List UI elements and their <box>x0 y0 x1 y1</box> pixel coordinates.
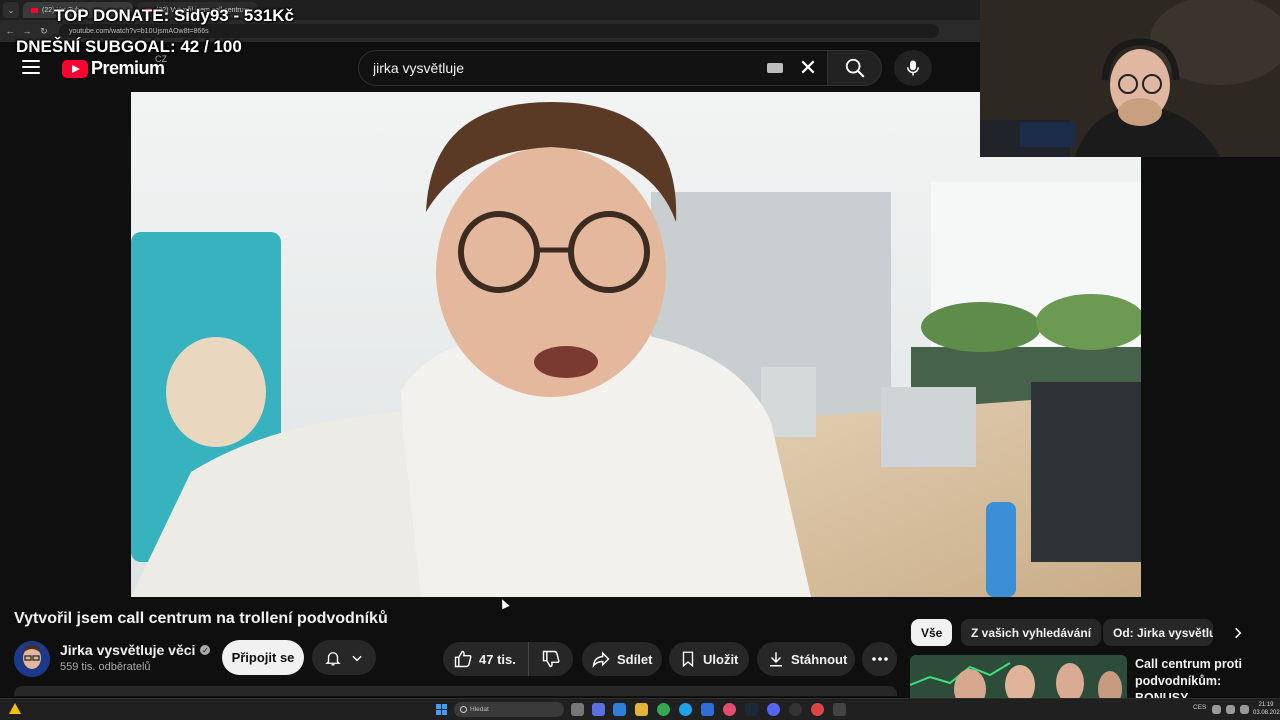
keyboard-icon[interactable] <box>767 63 783 73</box>
channel-avatar[interactable] <box>14 641 50 677</box>
video-title: Vytvořil jsem call centrum na trollení p… <box>14 610 388 627</box>
search-input[interactable] <box>373 60 767 76</box>
windows-start-icon[interactable] <box>436 704 447 715</box>
notifications-button[interactable] <box>312 640 376 675</box>
tab-menu-button[interactable]: ⌄ <box>3 2 19 18</box>
edge-icon[interactable] <box>679 703 692 716</box>
windows-taskbar: Hledat CES 21:19 03.08.2024 <box>0 698 1280 720</box>
obs-icon[interactable] <box>789 703 802 716</box>
network-icon[interactable] <box>1212 705 1221 714</box>
battery-icon[interactable] <box>1240 705 1249 714</box>
bookmark-icon <box>682 651 694 668</box>
clock-time: 21:19 <box>1258 702 1274 708</box>
chevron-down-icon <box>352 655 362 661</box>
app-icon[interactable] <box>701 703 714 716</box>
download-button[interactable]: Stáhnout <box>757 642 855 676</box>
back-arrow-icon[interactable]: ← <box>3 26 17 36</box>
share-icon <box>592 651 610 668</box>
subscriber-count: 559 tis. odběratelů <box>60 661 151 673</box>
streamer-webcam <box>980 0 1280 157</box>
search-icon <box>845 58 864 78</box>
video-frame-image <box>131 92 1141 597</box>
menu-icon[interactable] <box>22 60 40 74</box>
search-box: ✕ <box>358 50 827 86</box>
save-label: Uložit <box>703 651 739 667</box>
clear-search-icon[interactable]: ✕ <box>793 53 823 83</box>
mouse-cursor-icon <box>498 597 510 610</box>
address-field[interactable]: youtube.com/watch?v=b10UjsmAOw8t=866s <box>59 24 939 38</box>
voice-search-button[interactable] <box>894 50 932 86</box>
microphone-icon <box>907 60 919 76</box>
chrome-icon[interactable] <box>657 703 670 716</box>
youtube-favicon-icon <box>31 7 38 13</box>
chip-all[interactable]: Vše <box>911 619 953 646</box>
volume-icon[interactable] <box>1226 705 1235 714</box>
share-button[interactable]: Sdílet <box>582 642 662 676</box>
save-button[interactable]: Uložit <box>669 642 749 676</box>
app-icon[interactable] <box>723 703 736 716</box>
description-box[interactable] <box>14 686 897 696</box>
youtube-play-icon <box>62 59 88 78</box>
more-actions-button[interactable] <box>862 642 897 676</box>
steam-icon[interactable] <box>745 703 758 716</box>
video-player[interactable] <box>131 92 1141 597</box>
like-dislike-group: 47 tis. <box>443 642 573 676</box>
thumbs-down-icon <box>542 650 560 668</box>
app-icon[interactable] <box>811 703 824 716</box>
avatar-image <box>14 641 50 677</box>
related-video-thumbnail[interactable] <box>910 655 1127 699</box>
reload-icon[interactable]: ↻ <box>37 26 51 37</box>
discord-icon[interactable] <box>767 703 780 716</box>
search-button[interactable] <box>827 50 882 86</box>
chips-next-button[interactable] <box>1224 619 1251 646</box>
channel-name[interactable]: Jirka vysvětluje věci ✓ <box>60 642 211 658</box>
task-view-icon[interactable] <box>571 703 584 716</box>
more-horizontal-icon <box>871 657 888 661</box>
top-donate-overlay: TOP DONATE: Sidy93 - 531Kč <box>54 6 294 25</box>
logo-text: Premium <box>91 58 165 78</box>
mail-icon[interactable] <box>613 703 626 716</box>
channel-name-text: Jirka vysvětluje věci <box>60 642 196 658</box>
subgoal-overlay: DNEŠNÍ SUBGOAL: 42 / 100 <box>16 37 242 56</box>
webcam-image <box>980 0 1280 157</box>
input-language[interactable]: CES <box>1193 704 1206 711</box>
bell-icon <box>325 651 341 665</box>
clock-date: 03.08.2024 <box>1253 710 1280 716</box>
like-count: 47 tis. <box>479 651 516 667</box>
widgets-icon[interactable] <box>592 703 605 716</box>
taskbar-search[interactable]: Hledat <box>454 702 564 717</box>
youtube-premium-logo[interactable]: Premium <box>62 58 165 79</box>
app-icon[interactable] <box>833 703 846 716</box>
forward-arrow-icon[interactable]: → <box>20 26 34 36</box>
chip-from-channel[interactable]: Od: Jirka vysvětluje věci <box>1103 619 1213 646</box>
share-label: Sdílet <box>617 651 653 667</box>
clock[interactable]: 21:19 03.08.2024 <box>1253 701 1280 717</box>
join-button[interactable]: Připojit se <box>222 640 304 675</box>
thumbnail-image <box>910 655 1127 699</box>
dislike-button[interactable] <box>529 649 573 669</box>
file-explorer-icon[interactable] <box>635 703 648 716</box>
chevron-right-icon <box>1234 627 1241 638</box>
related-video-title[interactable]: Call centrum proti podvodníkům: BONUSY <box>1135 656 1270 698</box>
warning-icon[interactable] <box>9 703 21 714</box>
like-button[interactable]: 47 tis. <box>443 642 529 676</box>
chip-from-searches[interactable]: Z vašich vyhledávání <box>961 619 1102 646</box>
download-icon <box>770 652 782 667</box>
verified-badge-icon: ✓ <box>200 645 211 655</box>
thumbs-up-icon <box>454 650 472 668</box>
download-label: Stáhnout <box>791 651 848 667</box>
